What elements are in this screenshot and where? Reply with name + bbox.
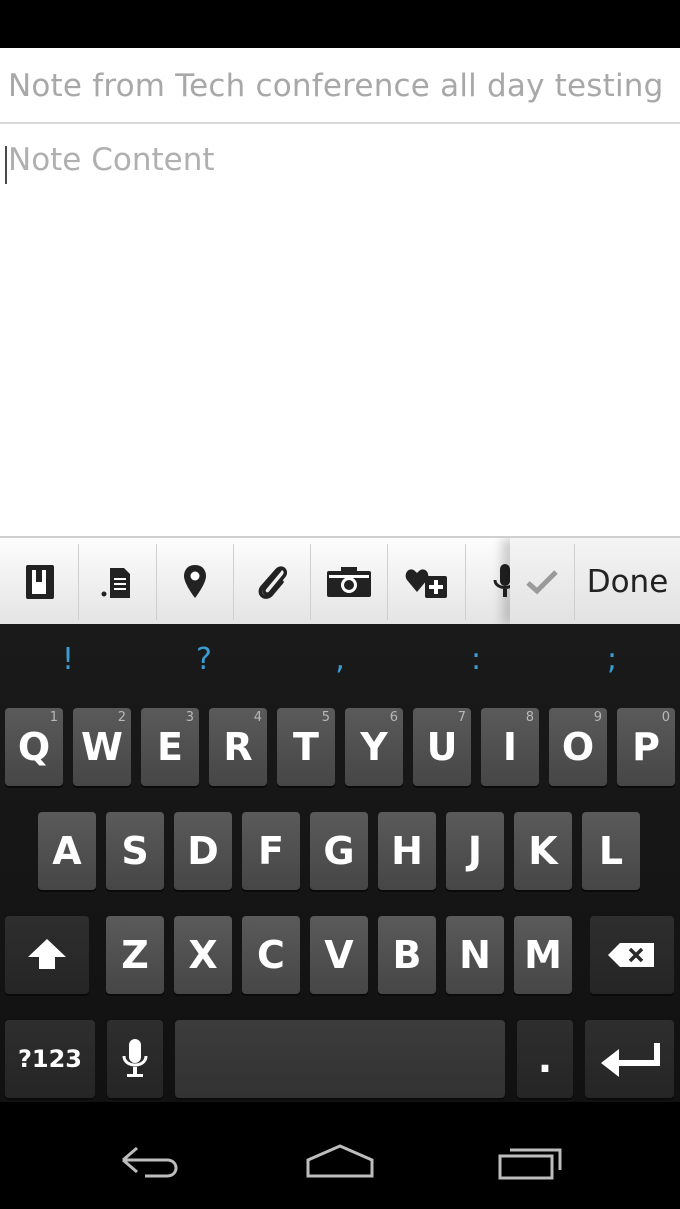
- key-o[interactable]: O9: [549, 708, 607, 786]
- done-area: Done: [510, 538, 680, 624]
- back-icon: [122, 1146, 178, 1178]
- period-key[interactable]: .: [517, 1020, 573, 1098]
- key-l[interactable]: L: [582, 812, 640, 890]
- key-z[interactable]: Z: [106, 916, 164, 994]
- notebook-icon: [26, 565, 54, 599]
- note-title-text: Note from Tech conference all day testin…: [8, 68, 664, 104]
- formatting-toolbar: Done: [0, 536, 680, 624]
- key-hint: 5: [321, 710, 330, 725]
- key-q[interactable]: Q1: [5, 708, 63, 786]
- soft-keyboard: ! ? , : ; Q1 W2 E3 R4 T5 Y6 U7 I8 O9 P0 …: [0, 624, 680, 1102]
- key-label: I: [502, 725, 518, 769]
- key-i[interactable]: I8: [481, 708, 539, 786]
- key-hint: 2: [117, 710, 126, 725]
- tag-icon: [101, 568, 130, 598]
- key-x[interactable]: X: [174, 916, 232, 994]
- space-key[interactable]: [175, 1020, 505, 1098]
- key-hint: 6: [389, 710, 398, 725]
- suggestion-exclamation[interactable]: !: [0, 642, 136, 677]
- tag-button[interactable]: [80, 544, 157, 620]
- key-label: W: [81, 725, 123, 769]
- key-s[interactable]: S: [106, 812, 164, 890]
- note-content-placeholder: Note Content: [8, 142, 215, 178]
- key-r[interactable]: R4: [209, 708, 267, 786]
- key-label: R: [223, 725, 253, 769]
- key-f[interactable]: F: [242, 812, 300, 890]
- key-w[interactable]: W2: [73, 708, 131, 786]
- done-button[interactable]: Done: [575, 544, 680, 620]
- key-label: P: [632, 725, 660, 769]
- shift-key[interactable]: [5, 916, 89, 994]
- key-hint: 8: [525, 710, 534, 725]
- suggestion-semicolon[interactable]: ;: [544, 642, 680, 677]
- key-e[interactable]: E3: [141, 708, 199, 786]
- key-n[interactable]: N: [446, 916, 504, 994]
- recent-apps-button[interactable]: [496, 1142, 566, 1182]
- key-label: Y: [360, 725, 388, 769]
- key-a[interactable]: A: [38, 812, 96, 890]
- key-label: Q: [17, 725, 51, 769]
- status-bar: [0, 0, 680, 48]
- key-hint: 9: [593, 710, 602, 725]
- navigation-bar: [0, 1102, 680, 1209]
- enter-arrow-icon: [600, 1043, 660, 1077]
- enter-key[interactable]: [585, 1020, 674, 1098]
- add-favorite-button[interactable]: [389, 544, 466, 620]
- key-y[interactable]: Y6: [345, 708, 403, 786]
- key-label: E: [157, 725, 183, 769]
- key-label: U: [426, 725, 458, 769]
- key-g[interactable]: G: [310, 812, 368, 890]
- key-label: T: [293, 725, 319, 769]
- key-b[interactable]: B: [378, 916, 436, 994]
- attachment-button[interactable]: [234, 544, 311, 620]
- key-hint: 4: [253, 710, 262, 725]
- voice-input-key[interactable]: [107, 1020, 163, 1098]
- camera-icon: [327, 567, 371, 597]
- key-p[interactable]: P0: [617, 708, 675, 786]
- symbols-key[interactable]: ?123: [5, 1020, 95, 1098]
- note-content-field[interactable]: Note Content: [0, 126, 680, 536]
- key-u[interactable]: U7: [413, 708, 471, 786]
- key-hint: 3: [185, 710, 194, 725]
- key-k[interactable]: K: [514, 812, 572, 890]
- note-title-field[interactable]: Note from Tech conference all day testin…: [0, 48, 680, 124]
- checkmark-icon: [526, 570, 558, 595]
- shift-arrow-icon: [28, 939, 66, 969]
- key-c[interactable]: C: [242, 916, 300, 994]
- key-t[interactable]: T5: [277, 708, 335, 786]
- checkbox-button[interactable]: [510, 544, 575, 620]
- key-j[interactable]: J: [446, 812, 504, 890]
- key-h[interactable]: H: [378, 812, 436, 890]
- key-v[interactable]: V: [310, 916, 368, 994]
- location-pin-icon: [184, 565, 206, 598]
- key-hint: 0: [661, 710, 670, 725]
- note-editor: Note from Tech conference all day testin…: [0, 48, 680, 536]
- suggestion-comma[interactable]: ,: [272, 642, 408, 677]
- home-button[interactable]: [302, 1142, 378, 1182]
- back-button[interactable]: [115, 1142, 185, 1182]
- recent-apps-icon: [498, 1148, 562, 1180]
- notebook-button[interactable]: [2, 544, 79, 620]
- key-hint: 1: [49, 710, 58, 725]
- key-m[interactable]: M: [514, 916, 572, 994]
- paperclip-icon: [258, 566, 288, 599]
- backspace-key[interactable]: [590, 916, 674, 994]
- home-icon: [306, 1144, 374, 1178]
- microphone-icon: [122, 1039, 148, 1077]
- text-cursor: [5, 146, 7, 184]
- key-label: O: [561, 725, 595, 769]
- key-d[interactable]: D: [174, 812, 232, 890]
- location-button[interactable]: [157, 544, 234, 620]
- backspace-icon: [608, 943, 654, 967]
- key-hint: 7: [457, 710, 466, 725]
- camera-button[interactable]: [311, 544, 388, 620]
- suggestion-question[interactable]: ?: [136, 642, 272, 677]
- suggestion-colon[interactable]: :: [408, 642, 544, 677]
- add-favorite-icon: [405, 569, 447, 598]
